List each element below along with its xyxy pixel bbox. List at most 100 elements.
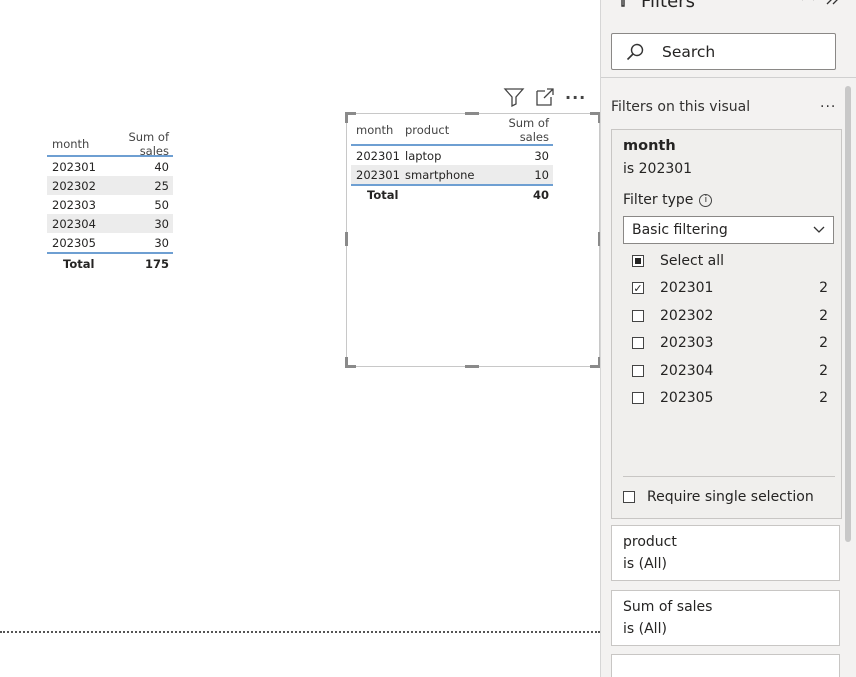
table-row: 202304 30 bbox=[47, 214, 173, 233]
cell-month: 202305 bbox=[52, 235, 96, 250]
option-label: 202305 bbox=[660, 390, 714, 406]
filters-pane-title: Filters bbox=[641, 0, 695, 12]
filter-card-product[interactable]: product is (All) bbox=[611, 525, 840, 581]
filter-type-selected: Basic filtering bbox=[632, 222, 728, 238]
search-icon bbox=[626, 43, 644, 61]
cell-sales: 25 bbox=[154, 178, 169, 193]
pane-divider bbox=[601, 77, 856, 78]
column-header-product[interactable]: product bbox=[405, 123, 495, 137]
column-header-month[interactable]: month bbox=[351, 123, 405, 137]
filter-card-month[interactable]: month is 202301 Filter type i Basic filt… bbox=[611, 129, 842, 519]
require-single-label: Require single selection bbox=[647, 489, 814, 505]
resize-handle-top[interactable] bbox=[465, 112, 479, 115]
page-boundary bbox=[0, 631, 600, 633]
table-total-row: Total 40 bbox=[351, 184, 553, 204]
filters-on-visual-label: Filters on this visual bbox=[611, 99, 751, 115]
table-row: 202302 25 bbox=[47, 176, 173, 195]
month-product-table[interactable]: month product Sum of sales 202301 laptop… bbox=[351, 116, 553, 204]
option-count: 2 bbox=[819, 280, 828, 296]
option-202304[interactable]: 202304 2 bbox=[632, 363, 828, 379]
chevron-down-icon bbox=[813, 222, 825, 238]
filter-type-label: Filter type i bbox=[623, 192, 713, 208]
table-header: month Sum of sales bbox=[47, 130, 173, 158]
filter-card-field: product bbox=[623, 534, 677, 550]
table-row: 202301 laptop 30 bbox=[351, 146, 553, 165]
column-header-sum-of-sales[interactable]: Sum of sales bbox=[102, 130, 173, 158]
cell-month: 202301 bbox=[52, 159, 96, 174]
total-label: Total bbox=[367, 188, 399, 202]
cell-sales: 40 bbox=[154, 159, 169, 174]
collapse-pane-icon[interactable] bbox=[825, 0, 843, 10]
cell-sales: 30 bbox=[534, 148, 549, 163]
table-row: 202301 40 bbox=[47, 157, 173, 176]
resize-handle-bottom[interactable] bbox=[465, 365, 479, 368]
cell-sales: 50 bbox=[154, 197, 169, 212]
filter-type-dropdown[interactable]: Basic filtering bbox=[623, 216, 834, 244]
cell-month: 202301 bbox=[356, 167, 400, 182]
checkbox-checked[interactable]: ✓ bbox=[632, 282, 644, 294]
total-value: 175 bbox=[144, 256, 169, 271]
pane-scrollbar[interactable] bbox=[845, 86, 851, 542]
cell-month: 202303 bbox=[52, 197, 96, 212]
checkbox-unchecked[interactable] bbox=[623, 491, 635, 503]
cell-product: smartphone bbox=[405, 167, 475, 182]
cell-month: 202301 bbox=[356, 148, 400, 163]
option-count: 2 bbox=[819, 390, 828, 406]
checkbox-unchecked[interactable] bbox=[632, 310, 644, 322]
filter-card-partial[interactable] bbox=[611, 654, 840, 677]
focus-mode-icon[interactable] bbox=[535, 87, 555, 107]
total-label: Total bbox=[63, 256, 95, 271]
require-single-selection-toggle[interactable]: Require single selection bbox=[623, 489, 814, 505]
pane-top-controls bbox=[801, 0, 843, 10]
column-header-sum-of-sales[interactable]: Sum of sales bbox=[495, 116, 553, 144]
table-header: month product Sum of sales bbox=[351, 116, 553, 144]
total-value: 40 bbox=[532, 188, 549, 202]
filter-card-field: month bbox=[623, 138, 676, 154]
filter-type-text: Filter type bbox=[623, 192, 694, 208]
cell-sales: 30 bbox=[154, 216, 169, 231]
search-placeholder: Search bbox=[662, 42, 716, 61]
filter-card-state: is (All) bbox=[623, 556, 667, 572]
checkbox-unchecked[interactable] bbox=[632, 337, 644, 349]
sales-by-month-table[interactable]: month Sum of sales 202301 40 202302 25 2… bbox=[47, 130, 173, 273]
section-more-options[interactable]: ... bbox=[820, 95, 836, 111]
selected-table-visual[interactable]: month product Sum of sales 202301 laptop… bbox=[345, 112, 601, 368]
option-202301[interactable]: ✓ 202301 2 bbox=[632, 280, 828, 296]
resize-corner-bottom-left[interactable] bbox=[345, 357, 356, 368]
card-divider bbox=[623, 476, 835, 477]
option-label: 202301 bbox=[660, 280, 714, 296]
table-row: 202301 smartphone 10 bbox=[351, 165, 553, 184]
option-count: 2 bbox=[819, 308, 828, 324]
option-202305[interactable]: 202305 2 bbox=[632, 390, 828, 406]
option-label: Select all bbox=[660, 253, 724, 269]
filter-card-field: Sum of sales bbox=[623, 599, 713, 615]
option-202302[interactable]: 202302 2 bbox=[632, 308, 828, 324]
filters-pane: Filters Search Filters on this visual ..… bbox=[600, 0, 856, 677]
column-header-month[interactable]: month bbox=[47, 137, 102, 151]
option-label: 202302 bbox=[660, 308, 714, 324]
checkbox-partial[interactable] bbox=[632, 255, 644, 267]
more-options-icon[interactable]: ··· bbox=[565, 88, 586, 107]
filters-pane-header: Filters bbox=[617, 0, 695, 12]
cell-sales: 10 bbox=[534, 167, 549, 182]
visual-header: ··· bbox=[503, 86, 586, 108]
cell-month: 202302 bbox=[52, 178, 96, 193]
filter-card-sum-of-sales[interactable]: Sum of sales is (All) bbox=[611, 590, 840, 646]
filter-icon[interactable] bbox=[503, 87, 525, 107]
checkbox-unchecked[interactable] bbox=[632, 392, 644, 404]
table-row: 202305 30 bbox=[47, 233, 173, 252]
option-count: 2 bbox=[819, 363, 828, 379]
option-select-all[interactable]: Select all bbox=[632, 253, 828, 269]
filter-card-state: is 202301 bbox=[623, 161, 693, 177]
info-icon[interactable]: i bbox=[699, 193, 713, 207]
resize-handle-left[interactable] bbox=[345, 232, 348, 246]
option-202303[interactable]: 202303 2 bbox=[632, 335, 828, 351]
cell-product: laptop bbox=[405, 148, 442, 163]
cell-sales: 30 bbox=[154, 235, 169, 250]
checkbox-unchecked[interactable] bbox=[632, 365, 644, 377]
filter-card-state: is (All) bbox=[623, 621, 667, 637]
eye-icon[interactable] bbox=[801, 0, 815, 10]
option-label: 202303 bbox=[660, 335, 714, 351]
table-total-row: Total 175 bbox=[47, 252, 173, 273]
filter-search-input[interactable]: Search bbox=[611, 33, 836, 70]
